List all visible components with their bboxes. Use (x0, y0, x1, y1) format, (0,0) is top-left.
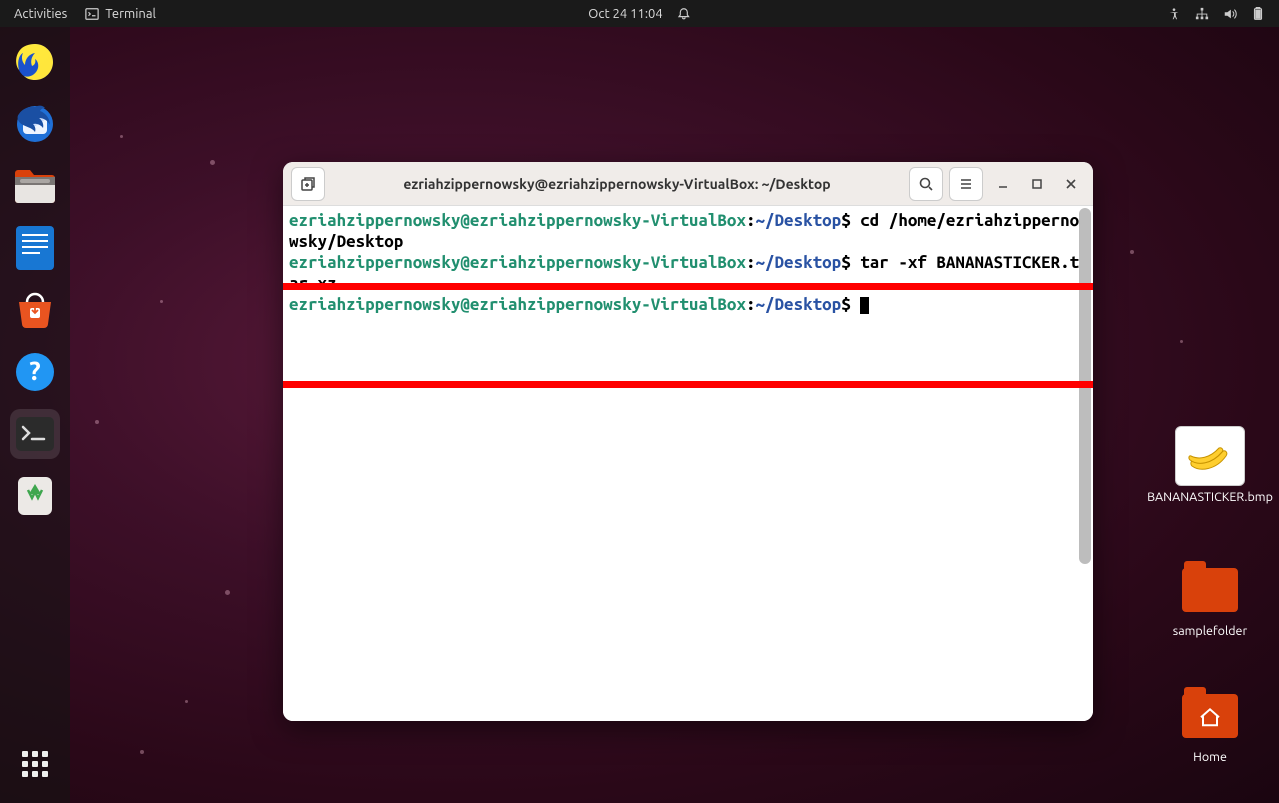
dock-writer[interactable] (10, 223, 60, 273)
desktop-icon-samplefolder[interactable]: samplefolder (1160, 560, 1260, 638)
titlebar[interactable]: ezriahzippernowsky@ezriahzippernowsky-Vi… (283, 162, 1093, 206)
search-button[interactable] (909, 167, 943, 201)
prompt-path: ~/Desktop (756, 211, 842, 230)
desktop-icon-home[interactable]: Home (1160, 686, 1260, 764)
minimize-icon (995, 176, 1011, 192)
prompt-user: ezriahzippernowsky@ezriahzippernowsky-Vi… (289, 211, 746, 230)
desktop-icon-label: Home (1193, 750, 1227, 764)
topbar-app-indicator[interactable]: Terminal (85, 7, 156, 21)
network-icon[interactable] (1195, 7, 1209, 21)
activities-button[interactable]: Activities (14, 7, 67, 21)
new-tab-button[interactable] (291, 167, 325, 201)
maximize-button[interactable] (1023, 170, 1051, 198)
dock-files[interactable] (10, 161, 60, 211)
dock-help[interactable]: ? (10, 347, 60, 397)
app-grid-icon (22, 751, 48, 777)
topbar-app-label: Terminal (105, 7, 156, 21)
svg-text:?: ? (29, 356, 40, 385)
desktop-icon-bananasticker[interactable]: BANANASTICKER.bmp (1160, 426, 1260, 504)
top-bar: Activities Terminal Oct 24 11:04 (0, 0, 1279, 27)
maximize-icon (1029, 176, 1045, 192)
new-tab-icon (300, 176, 316, 192)
scrollbar-thumb[interactable] (1079, 208, 1091, 564)
prompt-user: ezriahzippernowsky@ezriahzippernowsky-Vi… (289, 253, 746, 272)
hamburger-icon (958, 176, 974, 192)
prompt-path: ~/Desktop (756, 253, 842, 272)
terminal-window: ezriahzippernowsky@ezriahzippernowsky-Vi… (283, 162, 1093, 721)
search-icon (918, 176, 934, 192)
close-icon (1063, 176, 1079, 192)
close-button[interactable] (1057, 170, 1085, 198)
dock-thunderbird[interactable] (10, 99, 60, 149)
notification-icon[interactable] (677, 7, 691, 21)
dock-trash[interactable] (10, 471, 60, 521)
menu-button[interactable] (949, 167, 983, 201)
cursor (860, 297, 869, 314)
dock-app-grid[interactable] (10, 739, 60, 789)
dock: ? (0, 27, 70, 803)
clock[interactable]: Oct 24 11:04 (588, 7, 662, 21)
minimize-button[interactable] (989, 170, 1017, 198)
home-folder-icon (1182, 694, 1238, 738)
volume-icon[interactable] (1223, 7, 1237, 21)
scrollbar[interactable] (1079, 208, 1091, 717)
accessibility-icon[interactable] (1167, 7, 1181, 21)
dock-terminal[interactable] (10, 409, 60, 459)
battery-icon[interactable] (1251, 7, 1265, 21)
terminal-body[interactable]: ezriahzippernowsky@ezriahzippernowsky-Vi… (283, 206, 1093, 721)
window-title: ezriahzippernowsky@ezriahzippernowsky-Vi… (331, 176, 903, 192)
banana-icon (1182, 436, 1238, 476)
dock-firefox[interactable] (10, 37, 60, 87)
folder-icon (1182, 568, 1238, 612)
desktop-icon-label: samplefolder (1173, 624, 1247, 638)
dock-software[interactable] (10, 285, 60, 335)
prompt-user: ezriahzippernowsky@ezriahzippernowsky-Vi… (289, 295, 746, 314)
prompt-path: ~/Desktop (756, 295, 842, 314)
terminal-icon (85, 7, 99, 21)
desktop-icon-label: BANANASTICKER.bmp (1147, 490, 1273, 504)
